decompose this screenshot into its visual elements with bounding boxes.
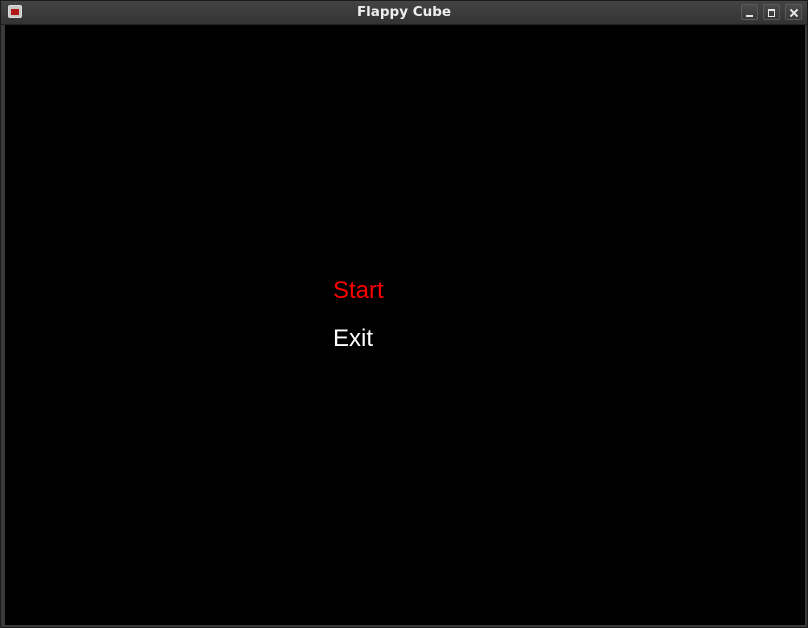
window-title: Flappy Cube	[356, 4, 452, 20]
maximize-button[interactable]	[763, 4, 780, 20]
menu-item-start[interactable]: Start	[333, 277, 384, 305]
game-window: Flappy Cube Start Exit	[0, 0, 808, 628]
game-canvas[interactable]: Start Exit	[5, 25, 805, 625]
menu-item-exit[interactable]: Exit	[333, 325, 373, 353]
window-titlebar[interactable]: Flappy Cube	[1, 1, 807, 25]
minimize-button[interactable]	[741, 4, 758, 20]
close-button[interactable]	[785, 4, 802, 20]
